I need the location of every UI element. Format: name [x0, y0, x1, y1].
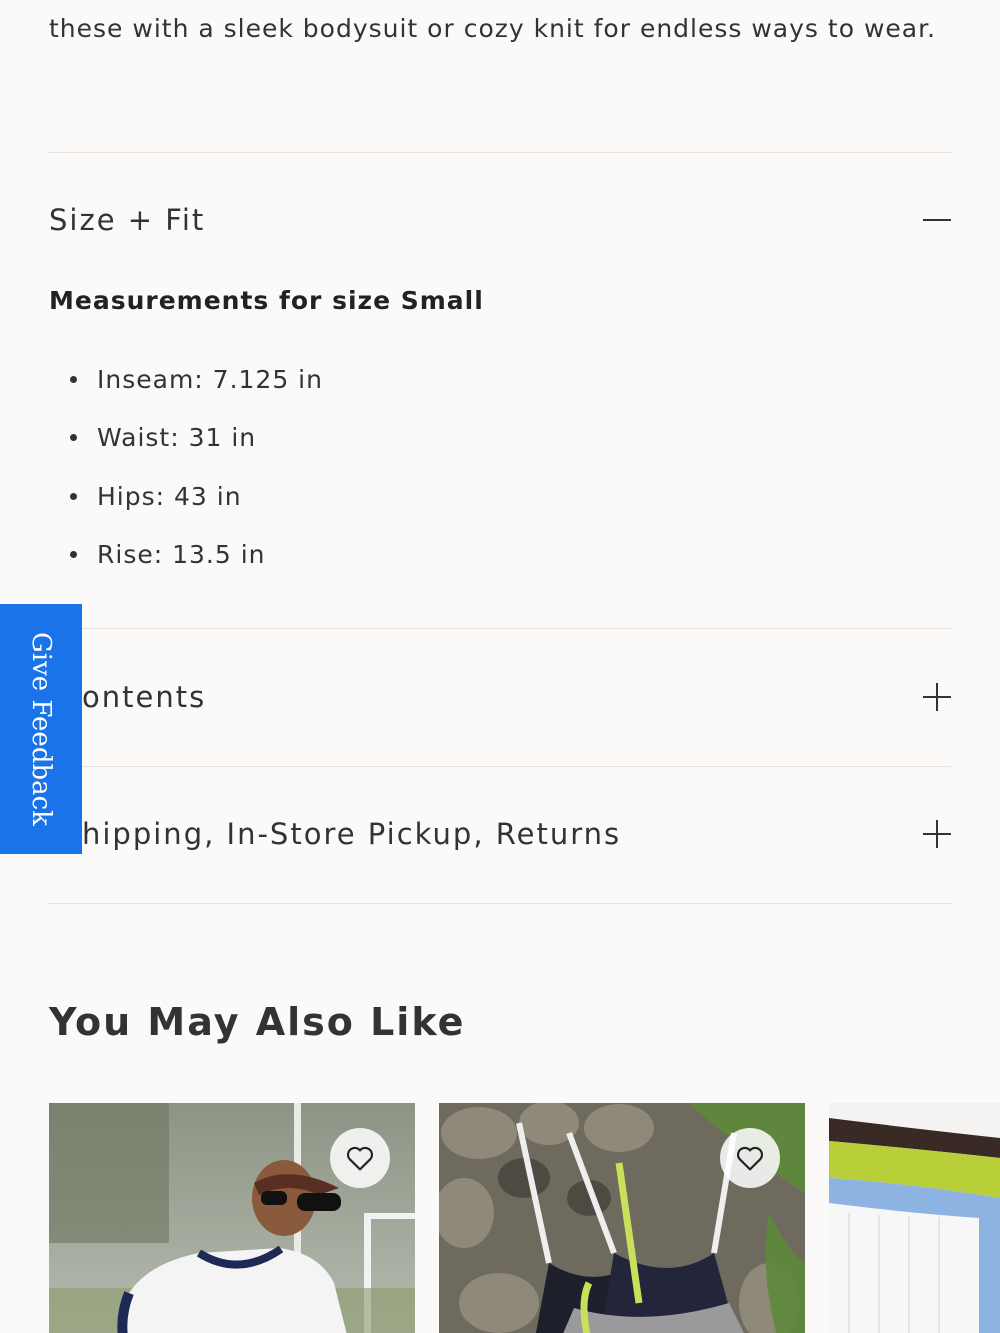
divider: [49, 628, 951, 629]
accordion-contents[interactable]: ontents: [82, 667, 951, 727]
accordion-size-fit[interactable]: Size + Fit: [49, 190, 951, 250]
bullet-icon: [70, 551, 77, 559]
list-item: Rise: 13.5 in: [70, 526, 323, 585]
measurements-heading: Measurements for size Small: [49, 286, 484, 315]
measurements-list: Inseam: 7.125 in Waist: 31 in Hips: 43 i…: [70, 350, 323, 584]
bullet-icon: [70, 492, 77, 500]
list-item: Hips: 43 in: [70, 467, 323, 526]
recommendations-title: You May Also Like: [49, 1000, 466, 1044]
wishlist-button[interactable]: [330, 1128, 390, 1188]
give-feedback-button[interactable]: Give Feedback: [0, 604, 82, 854]
heart-icon: [346, 1146, 374, 1171]
product-description: these with a sleek bodysuit or cozy knit…: [49, 4, 949, 54]
divider: [49, 152, 951, 153]
feedback-label: Give Feedback: [26, 632, 56, 826]
product-image[interactable]: [829, 1103, 1000, 1333]
product-card[interactable]: [829, 1103, 1000, 1333]
list-item: Waist: 31 in: [70, 409, 323, 468]
wishlist-button[interactable]: [720, 1128, 780, 1188]
product-card[interactable]: [439, 1103, 805, 1333]
product-details-page: these with a sleek bodysuit or cozy knit…: [0, 0, 1000, 1333]
product-card[interactable]: [49, 1103, 415, 1333]
accordion-title: hipping, In-Store Pickup, Returns: [82, 817, 622, 851]
list-item: Inseam: 7.125 in: [70, 350, 323, 409]
bullet-icon: [70, 434, 77, 442]
divider: [49, 903, 951, 904]
divider: [49, 766, 951, 767]
accordion-title: Size + Fit: [49, 203, 206, 237]
accordion-title: ontents: [82, 680, 207, 714]
bullet-icon: [70, 375, 77, 383]
description-text: these with a sleek bodysuit or cozy knit…: [49, 14, 937, 43]
minus-icon[interactable]: [923, 206, 951, 234]
plus-icon[interactable]: [923, 683, 951, 711]
heart-icon: [736, 1146, 764, 1171]
plus-icon[interactable]: [923, 820, 951, 848]
accordion-shipping[interactable]: hipping, In-Store Pickup, Returns: [82, 804, 951, 864]
